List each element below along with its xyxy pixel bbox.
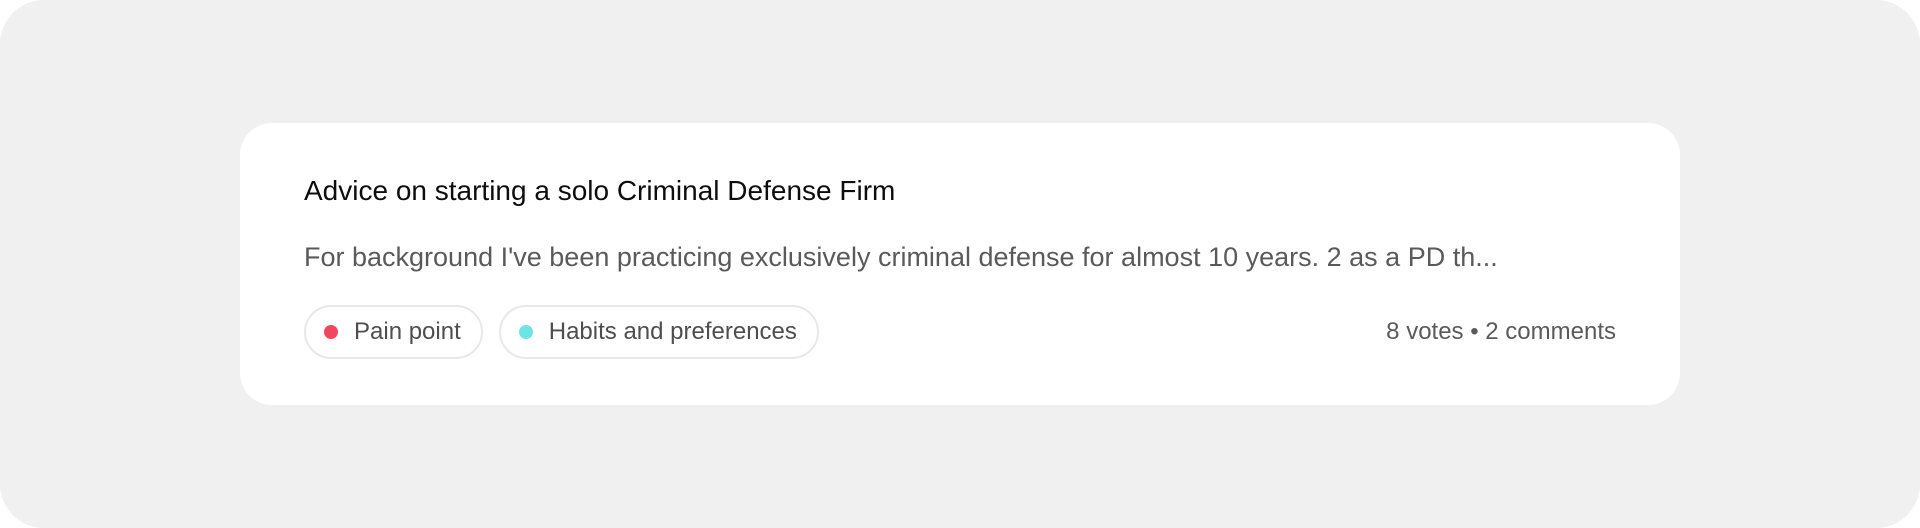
red-dot-icon	[324, 325, 338, 339]
tag-list: Pain point Habits and preferences	[304, 305, 819, 359]
tag-habits-and-preferences[interactable]: Habits and preferences	[498, 305, 819, 359]
tag-pain-point[interactable]: Pain point	[304, 305, 483, 359]
tag-label: Habits and preferences	[548, 318, 797, 345]
post-title[interactable]: Advice on starting a solo Criminal Defen…	[304, 173, 1616, 209]
post-meta-row: Pain point Habits and preferences 8 vote…	[304, 305, 1616, 359]
page-background: Advice on starting a solo Criminal Defen…	[0, 0, 1920, 528]
cyan-dot-icon	[518, 325, 533, 339]
post-stats: 8 votes • 2 comments	[1386, 318, 1616, 345]
post-card[interactable]: Advice on starting a solo Criminal Defen…	[240, 123, 1680, 405]
post-excerpt: For background I've been practicing excl…	[304, 242, 1498, 272]
tag-label: Pain point	[354, 318, 461, 345]
